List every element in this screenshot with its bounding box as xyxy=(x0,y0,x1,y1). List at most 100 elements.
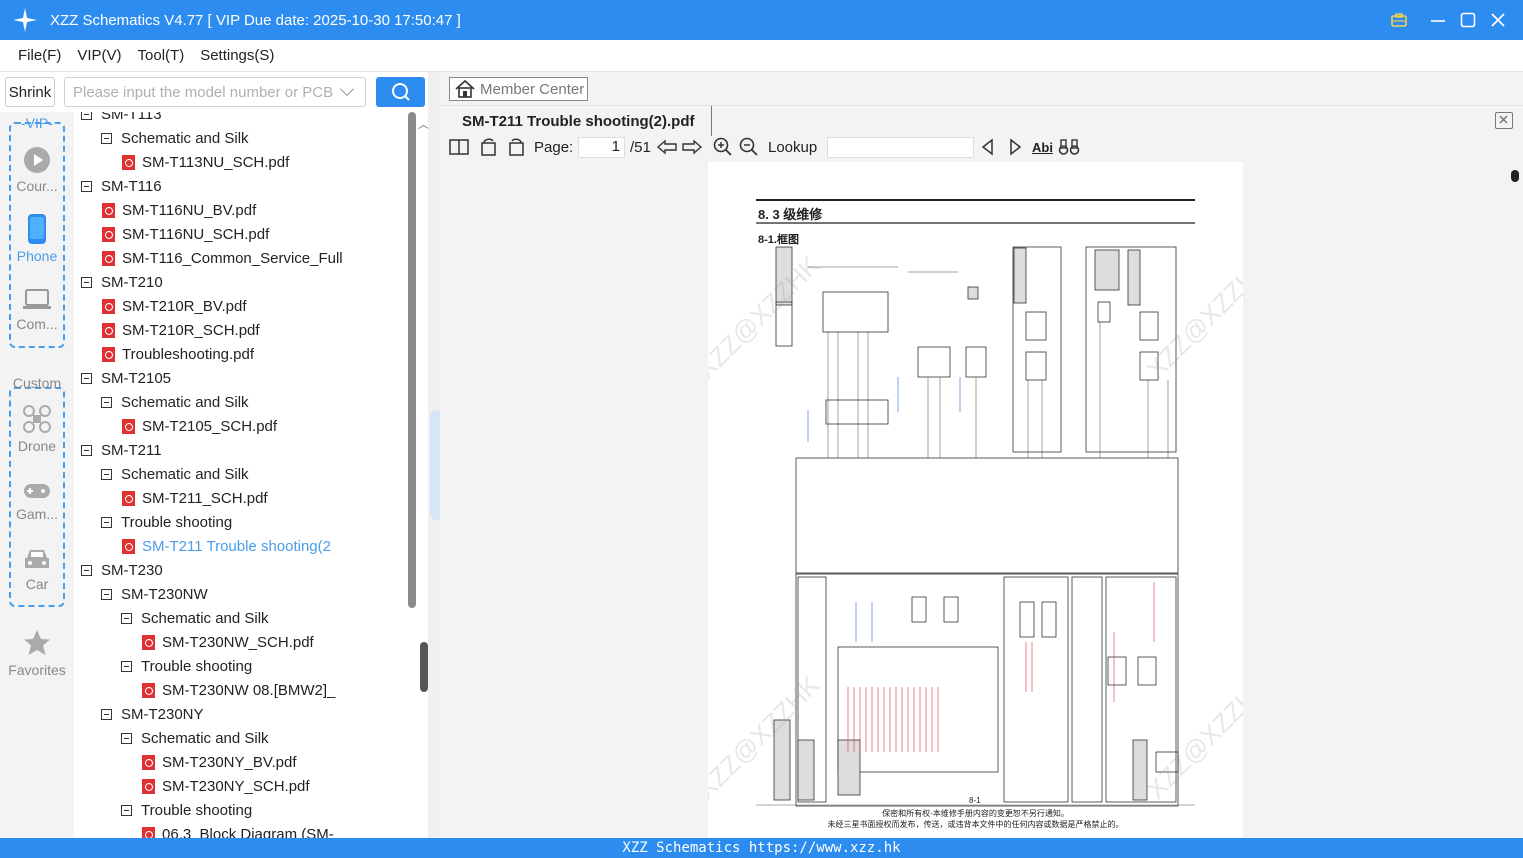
close-button[interactable] xyxy=(1483,0,1513,40)
tree-file[interactable]: SM-T230NY_BV.pdf xyxy=(142,750,297,774)
document-tab[interactable]: SM-T211 Trouble shooting(2).pdf xyxy=(450,106,712,136)
tree-file[interactable]: SM-T230NY_SCH.pdf xyxy=(142,774,310,798)
next-page-icon[interactable] xyxy=(681,135,703,159)
member-center-button[interactable]: Member Center xyxy=(449,77,588,101)
tree-folder[interactable]: SM-T210 xyxy=(81,270,163,294)
sidebar-item-label: Com... xyxy=(16,316,58,332)
tree-file[interactable]: SM-T230NW 08.[BMW2]_ xyxy=(142,678,335,702)
collapse-icon[interactable] xyxy=(101,588,112,600)
tree-file[interactable]: SM-T211_SCH.pdf xyxy=(122,486,268,510)
tree-folder[interactable]: Schematic and Silk xyxy=(121,726,269,750)
collapse-icon[interactable] xyxy=(81,112,92,120)
sidebar-item-favorites[interactable]: Favorites xyxy=(0,628,74,678)
rotate-right-icon[interactable] xyxy=(506,135,526,159)
collapse-icon[interactable] xyxy=(121,804,132,816)
sidebar-toggle-icon[interactable] xyxy=(449,135,469,159)
collapse-tab[interactable] xyxy=(430,410,440,520)
tree-file[interactable]: SM-T211 Trouble shooting(2 xyxy=(122,534,331,558)
tree-node-label: Trouble shooting xyxy=(141,657,253,675)
menu-file[interactable]: File(F) xyxy=(18,47,61,64)
collapse-icon[interactable] xyxy=(101,516,112,528)
collapse-icon[interactable] xyxy=(121,660,132,672)
tree-node-label: SM-T116NU_SCH.pdf xyxy=(122,225,270,243)
home-icon xyxy=(455,79,475,98)
binoculars-icon[interactable] xyxy=(1058,135,1080,159)
tree-folder[interactable]: Trouble shooting xyxy=(121,798,252,822)
tree-folder[interactable]: Trouble shooting xyxy=(101,510,232,534)
tree-file[interactable]: SM-T116NU_SCH.pdf xyxy=(102,222,269,246)
laptop-icon xyxy=(23,289,51,309)
tree-file[interactable]: SM-T116NU_BV.pdf xyxy=(102,198,256,222)
pdf-toolbar: Page: 1 /51 Lookup Abi xyxy=(440,135,1523,159)
menu-tool[interactable]: Tool(T) xyxy=(138,47,185,64)
tree-folder[interactable]: SM-T113 xyxy=(81,112,162,126)
left-panel: Shrink -VIP- Cour... Phone Com... Custom… xyxy=(0,72,440,838)
sidebar-item-car[interactable]: Car xyxy=(0,546,74,592)
tree-folder[interactable]: Schematic and Silk xyxy=(101,462,249,486)
collapse-icon[interactable] xyxy=(101,708,112,720)
panel-splitter[interactable] xyxy=(428,72,440,838)
tree-folder[interactable]: SM-T230 xyxy=(81,558,163,582)
sidebar-item-drone[interactable]: Drone xyxy=(0,404,74,454)
rotate-left-icon[interactable] xyxy=(479,135,499,159)
lookup-input[interactable] xyxy=(827,137,974,158)
briefcase-icon[interactable] xyxy=(1384,0,1414,40)
collapse-icon[interactable] xyxy=(81,372,92,384)
tree-scroll-thumb[interactable] xyxy=(420,642,428,692)
tree-file[interactable]: SM-T210R_SCH.pdf xyxy=(102,318,260,342)
tree-file[interactable]: SM-T230NW_SCH.pdf xyxy=(142,630,314,654)
find-next-icon[interactable] xyxy=(1007,135,1023,159)
tree-file[interactable]: 06.3_Block Diagram (SM- xyxy=(142,822,334,838)
tree-folder[interactable]: Schematic and Silk xyxy=(101,390,249,414)
zoom-out-icon[interactable] xyxy=(739,135,759,159)
tree-file[interactable]: Troubleshooting.pdf xyxy=(102,342,254,366)
tree-folder[interactable]: SM-T230NW xyxy=(101,582,208,606)
sidebar-item-computer[interactable]: Com... xyxy=(0,288,74,332)
tree-folder[interactable]: Schematic and Silk xyxy=(101,126,249,150)
prev-page-icon[interactable] xyxy=(656,135,678,159)
play-icon xyxy=(24,147,50,173)
collapse-icon[interactable] xyxy=(101,132,112,144)
collapse-icon[interactable] xyxy=(81,180,92,192)
collapse-icon[interactable] xyxy=(121,612,132,624)
tree-file[interactable]: SM-T116_Common_Service_Full xyxy=(102,246,343,270)
shrink-button[interactable]: Shrink xyxy=(5,77,55,107)
tree-folder[interactable]: Schematic and Silk xyxy=(121,606,269,630)
page-scrollbar[interactable] xyxy=(1511,170,1519,182)
tree-node-label: SM-T230NY xyxy=(121,705,204,723)
close-tab-icon[interactable] xyxy=(1495,112,1513,129)
search-input[interactable] xyxy=(64,77,366,107)
page-label: Page: xyxy=(534,138,574,156)
pdf-page[interactable]: 8. 3 级维修 8-1.框图 8-1 保密和所有权-本维修手册内容的变更恕不另… xyxy=(708,162,1243,838)
search-button[interactable] xyxy=(376,77,425,107)
collapse-icon[interactable] xyxy=(101,396,112,408)
match-case-button[interactable]: Abi xyxy=(1032,135,1053,159)
sidebar-item-courses[interactable]: Cour... xyxy=(0,146,74,194)
collapse-icon[interactable] xyxy=(121,732,132,744)
tree-folder[interactable]: SM-T211 xyxy=(81,438,162,462)
zoom-in-icon[interactable] xyxy=(713,135,733,159)
minimize-button[interactable] xyxy=(1423,0,1453,40)
pdf-file-icon xyxy=(102,298,115,314)
page-input[interactable]: 1 xyxy=(578,137,625,158)
collapse-icon[interactable] xyxy=(81,276,92,288)
sidebar-item-phone[interactable]: Phone xyxy=(0,214,74,264)
tree-file[interactable]: SM-T113NU_SCH.pdf xyxy=(122,150,289,174)
pdf-file-icon xyxy=(142,682,155,698)
tree-folder[interactable]: Trouble shooting xyxy=(121,654,252,678)
menu-settings[interactable]: Settings(S) xyxy=(200,47,274,64)
tree-file[interactable]: SM-T2105_SCH.pdf xyxy=(122,414,277,438)
tree-folder[interactable]: SM-T2105 xyxy=(81,366,171,390)
find-prev-icon[interactable] xyxy=(980,135,996,159)
tree-file[interactable]: SM-T210R_BV.pdf xyxy=(102,294,247,318)
tree-scrollbar[interactable] xyxy=(408,112,416,608)
tree-folder[interactable]: SM-T230NY xyxy=(101,702,204,726)
collapse-icon[interactable] xyxy=(81,444,92,456)
tree-folder[interactable]: SM-T116 xyxy=(81,174,162,198)
collapse-icon[interactable] xyxy=(101,468,112,480)
collapse-icon[interactable] xyxy=(81,564,92,576)
maximize-button[interactable] xyxy=(1453,0,1483,40)
tree-node-label: Schematic and Silk xyxy=(121,393,249,411)
menu-vip[interactable]: VIP(V) xyxy=(77,47,121,64)
sidebar-item-games[interactable]: Gam... xyxy=(0,480,74,522)
